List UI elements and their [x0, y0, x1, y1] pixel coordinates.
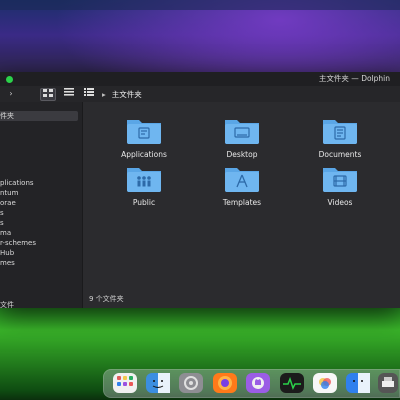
folder-icon [127, 120, 161, 144]
sidebar-item-color-schemes[interactable]: r-schemes [0, 238, 80, 248]
window-title: 主文件夹 — Dolphin [318, 74, 390, 83]
compact-view-icon[interactable] [62, 88, 76, 99]
sidebar-item[interactable] [0, 122, 80, 132]
folder-public[interactable]: Public [99, 156, 189, 207]
finder-icon-2[interactable] [346, 373, 370, 393]
sidebar-item[interactable] [0, 155, 80, 165]
sidebar-item[interactable]: ma [0, 228, 80, 238]
folder-icon [225, 120, 259, 144]
titlebar: 主文件夹 — Dolphin [0, 72, 400, 86]
breadcrumb-home[interactable]: 主文件夹 [112, 90, 142, 99]
sidebar-item[interactable]: ntum [0, 188, 80, 198]
people-emblem-icon [137, 176, 151, 187]
activity-monitor-icon[interactable] [280, 373, 304, 393]
sidebar-item[interactable]: 文件 [0, 300, 80, 308]
github-icon[interactable] [246, 373, 270, 393]
dolphin-window: 主文件夹 — Dolphin › ▸ 主文件夹 件夹 plications ntu… [0, 72, 400, 308]
sidebar-item[interactable] [0, 290, 80, 300]
folder-documents[interactable]: Documents [295, 108, 385, 159]
folder-templates[interactable]: Templates [197, 156, 287, 207]
printer-icon[interactable] [378, 373, 398, 393]
chevron-right-icon[interactable]: › [4, 88, 18, 99]
details-view-icon[interactable] [82, 88, 96, 99]
folder-label: Videos [327, 198, 353, 207]
sidebar-item-applications[interactable]: plications [0, 178, 80, 188]
folder-icon [127, 168, 161, 192]
file-view: Applications Desktop Documents Public Te… [83, 102, 400, 308]
folder-videos[interactable]: Videos [295, 156, 385, 207]
sidebar-item[interactable] [0, 270, 80, 280]
sidebar-item[interactable] [0, 144, 80, 154]
sidebar-item[interactable] [0, 133, 80, 143]
sidebar-item[interactable]: s [0, 218, 80, 228]
folder-icon [225, 168, 259, 192]
photos-icon[interactable] [313, 373, 337, 393]
folder-label: Templates [222, 198, 262, 207]
grid-view-icon[interactable] [40, 88, 56, 101]
dock [103, 369, 400, 398]
sidebar-item[interactable] [0, 280, 80, 290]
breadcrumb-separator-icon: ▸ [102, 90, 106, 99]
folder-icon [323, 120, 357, 144]
firefox-icon[interactable] [213, 373, 237, 393]
menu-bar [0, 0, 400, 10]
gear-icon[interactable] [179, 373, 203, 393]
status-bar-text: 9 个文件夹 [89, 295, 124, 303]
sidebar-item[interactable]: s [0, 208, 80, 218]
sidebar-item-github[interactable]: Hub [0, 248, 80, 258]
launchpad-icon[interactable] [113, 373, 137, 393]
sidebar-item[interactable]: orae [0, 198, 80, 208]
window-control-button[interactable] [6, 76, 13, 83]
folder-icon [323, 168, 357, 192]
breadcrumb[interactable]: ▸ 主文件夹 [102, 89, 142, 100]
places-sidebar: 件夹 plications ntum orae s s ma r-schemes… [0, 102, 83, 308]
folder-desktop[interactable]: Desktop [197, 108, 287, 159]
finder-icon[interactable] [146, 373, 170, 393]
sidebar-item-home[interactable]: 件夹 [0, 111, 78, 121]
toolbar: › ▸ 主文件夹 [0, 86, 400, 102]
sidebar-item-themes[interactable]: mes [0, 258, 80, 268]
folder-applications[interactable]: Applications [99, 108, 189, 159]
folder-label: Public [132, 198, 156, 207]
